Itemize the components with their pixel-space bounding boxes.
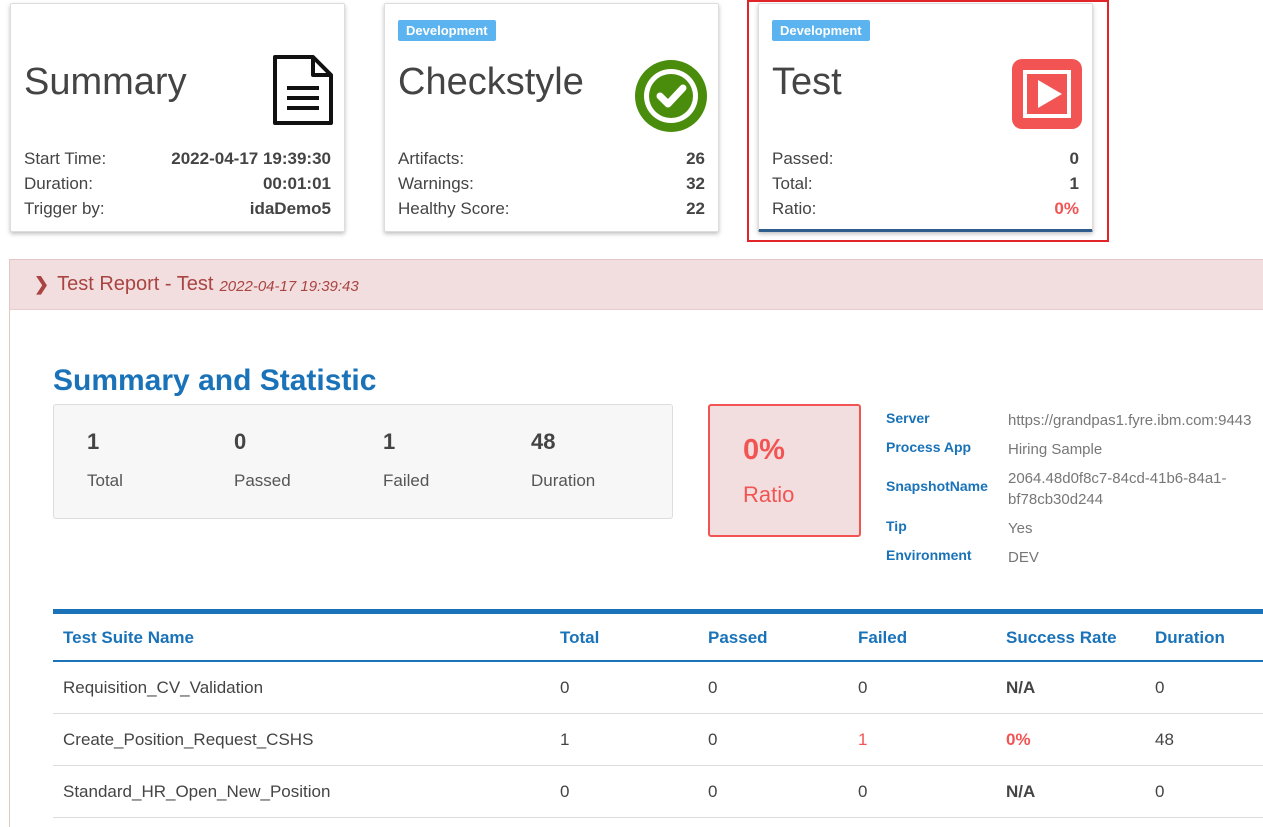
- stat-row-total: Total: 1: [772, 171, 1079, 196]
- suite-success-rate: N/A: [1006, 782, 1036, 801]
- meta-key: Server: [886, 410, 930, 426]
- column-header[interactable]: Duration: [1155, 628, 1225, 648]
- stat-duration: 48 Duration: [531, 429, 595, 491]
- suite-success-rate: N/A: [1006, 678, 1036, 697]
- suite-passed: 0: [708, 678, 718, 697]
- suite-name: Requisition_CV_Validation: [63, 678, 264, 697]
- meta-value: Hiring Sample: [1008, 441, 1103, 458]
- stat-number: 0: [234, 429, 247, 454]
- stat-value: 00:01:01: [262, 174, 331, 193]
- suite-success-rate: 0%: [1006, 730, 1031, 749]
- check-circle-icon: [633, 58, 709, 139]
- meta-key: Tip: [886, 518, 907, 534]
- stat-row-warnings: Warnings: 32: [398, 171, 705, 196]
- summary-title: Summary: [24, 61, 187, 103]
- meta-key: Process App: [886, 439, 972, 455]
- stat-label: Passed:: [772, 149, 834, 168]
- ratio-value: 0%: [743, 434, 785, 466]
- report-date: 2022-04-17 19:39:43: [219, 277, 359, 295]
- meta-value: Yes: [1008, 520, 1033, 537]
- column-header[interactable]: Failed: [858, 628, 907, 648]
- stat-row-artifacts: Artifacts: 26: [398, 146, 705, 171]
- suite-name: Standard_HR_Open_New_Position: [63, 782, 331, 801]
- stat-failed: 1 Failed: [383, 429, 429, 491]
- meta-value: 2064.48d0f8c7-84cd-41b6-84a1-bf78cb30d24…: [1008, 470, 1227, 508]
- summary-card[interactable]: Summary Start Time: 2022-04-17 19:39:30 …: [10, 3, 345, 232]
- stat-passed: 0 Passed: [234, 429, 291, 491]
- suite-failed: 0: [858, 782, 868, 801]
- suite-passed: 0: [708, 730, 718, 749]
- column-header[interactable]: Total: [560, 628, 599, 648]
- suite-duration: 48: [1155, 730, 1174, 749]
- suite-duration: 0: [1155, 782, 1165, 801]
- meta-key: SnapshotName: [886, 478, 988, 494]
- stat-row-ratio: Ratio: 0%: [772, 196, 1079, 221]
- stat-number: 48: [531, 429, 556, 454]
- table-row[interactable]: Standard_HR_Open_New_Position 0 0 0 N/A …: [53, 766, 1263, 818]
- meta-value: https://grandpas1.fyre.ibm.com:9443: [1008, 412, 1252, 429]
- stat-label: Total:: [772, 174, 813, 193]
- stat-label: Ratio:: [772, 199, 817, 218]
- stat-value: 2022-04-17 19:39:30: [171, 149, 331, 168]
- column-header[interactable]: Test Suite Name: [63, 628, 194, 648]
- stat-label: Warnings:: [398, 174, 474, 193]
- stat-row-trigger-by: Trigger by: idaDemo5: [24, 196, 331, 221]
- suite-name: Create_Position_Request_CSHS: [63, 730, 314, 749]
- stat-label: Duration:: [24, 174, 93, 193]
- stat-caption: Duration: [531, 471, 596, 490]
- table-row[interactable]: Create_Position_Request_CSHS 1 0 1 0% 48: [53, 714, 1263, 766]
- suite-failed: 0: [858, 678, 868, 697]
- environment-badge: Development: [398, 20, 496, 41]
- stat-caption: Total: [87, 471, 123, 490]
- meta-value: DEV: [1008, 549, 1039, 566]
- suite-total: 0: [560, 678, 570, 697]
- column-header[interactable]: Passed: [708, 628, 768, 648]
- stat-caption: Failed: [383, 471, 430, 490]
- statistics-box: 1 Total 0 Passed 1 Failed 48 Duration: [53, 404, 673, 519]
- suite-failed: 1: [858, 730, 868, 749]
- table-row[interactable]: Requisition_CV_Validation 0 0 0 N/A 0: [53, 662, 1263, 714]
- stat-number: 1: [87, 429, 100, 454]
- stat-label: Trigger by:: [24, 199, 105, 218]
- column-header[interactable]: Success Rate: [1006, 628, 1117, 648]
- suite-total: 1: [560, 730, 570, 749]
- report-title: Test Report - Test: [57, 273, 214, 295]
- stat-label: Artifacts:: [398, 149, 465, 168]
- suite-passed: 0: [708, 782, 718, 801]
- meta-key: Environment: [886, 547, 972, 563]
- stat-value: 22: [686, 199, 705, 218]
- stat-row-passed: Passed: 0: [772, 146, 1079, 171]
- stat-value: idaDemo5: [249, 199, 331, 218]
- test-suite-table: Test Suite Name Total Passed Failed Succ…: [53, 609, 1263, 818]
- section-title: Summary and Statistic: [53, 364, 377, 397]
- stat-row-start-time: Start Time: 2022-04-17 19:39:30: [24, 146, 331, 171]
- report-header[interactable]: ❯ Test Report - Test 2022-04-17 19:39:43: [10, 260, 1263, 310]
- test-title: Test: [772, 61, 842, 103]
- stat-value: 0%: [1054, 199, 1079, 218]
- stat-total: 1 Total: [87, 429, 123, 491]
- stat-value: 1: [1069, 174, 1079, 193]
- stat-number: 1: [383, 429, 396, 454]
- play-icon: [1011, 58, 1083, 135]
- environment-badge: Development: [772, 20, 870, 41]
- checkstyle-card[interactable]: Development Checkstyle Artifacts: 26 War…: [384, 3, 719, 232]
- stat-value: 0: [1069, 149, 1079, 168]
- suite-total: 0: [560, 782, 570, 801]
- test-card[interactable]: Development Test Passed: 0 Total: 1 Rati…: [758, 3, 1093, 232]
- stat-value: 26: [686, 149, 705, 168]
- stat-label: Healthy Score:: [398, 199, 510, 218]
- stat-label: Start Time:: [24, 149, 107, 168]
- document-icon: [271, 54, 335, 131]
- checkstyle-title: Checkstyle: [398, 61, 584, 103]
- table-header: Test Suite Name Total Passed Failed Succ…: [53, 614, 1263, 662]
- stat-caption: Passed: [234, 471, 291, 490]
- suite-duration: 0: [1155, 678, 1165, 697]
- chevron-right-icon[interactable]: ❯: [34, 274, 49, 295]
- ratio-box: 0% Ratio: [708, 404, 861, 537]
- stat-value: 32: [686, 174, 705, 193]
- stat-row-duration: Duration: 00:01:01: [24, 171, 331, 196]
- stat-row-healthy-score: Healthy Score: 22: [398, 196, 705, 221]
- ratio-label: Ratio: [743, 482, 795, 507]
